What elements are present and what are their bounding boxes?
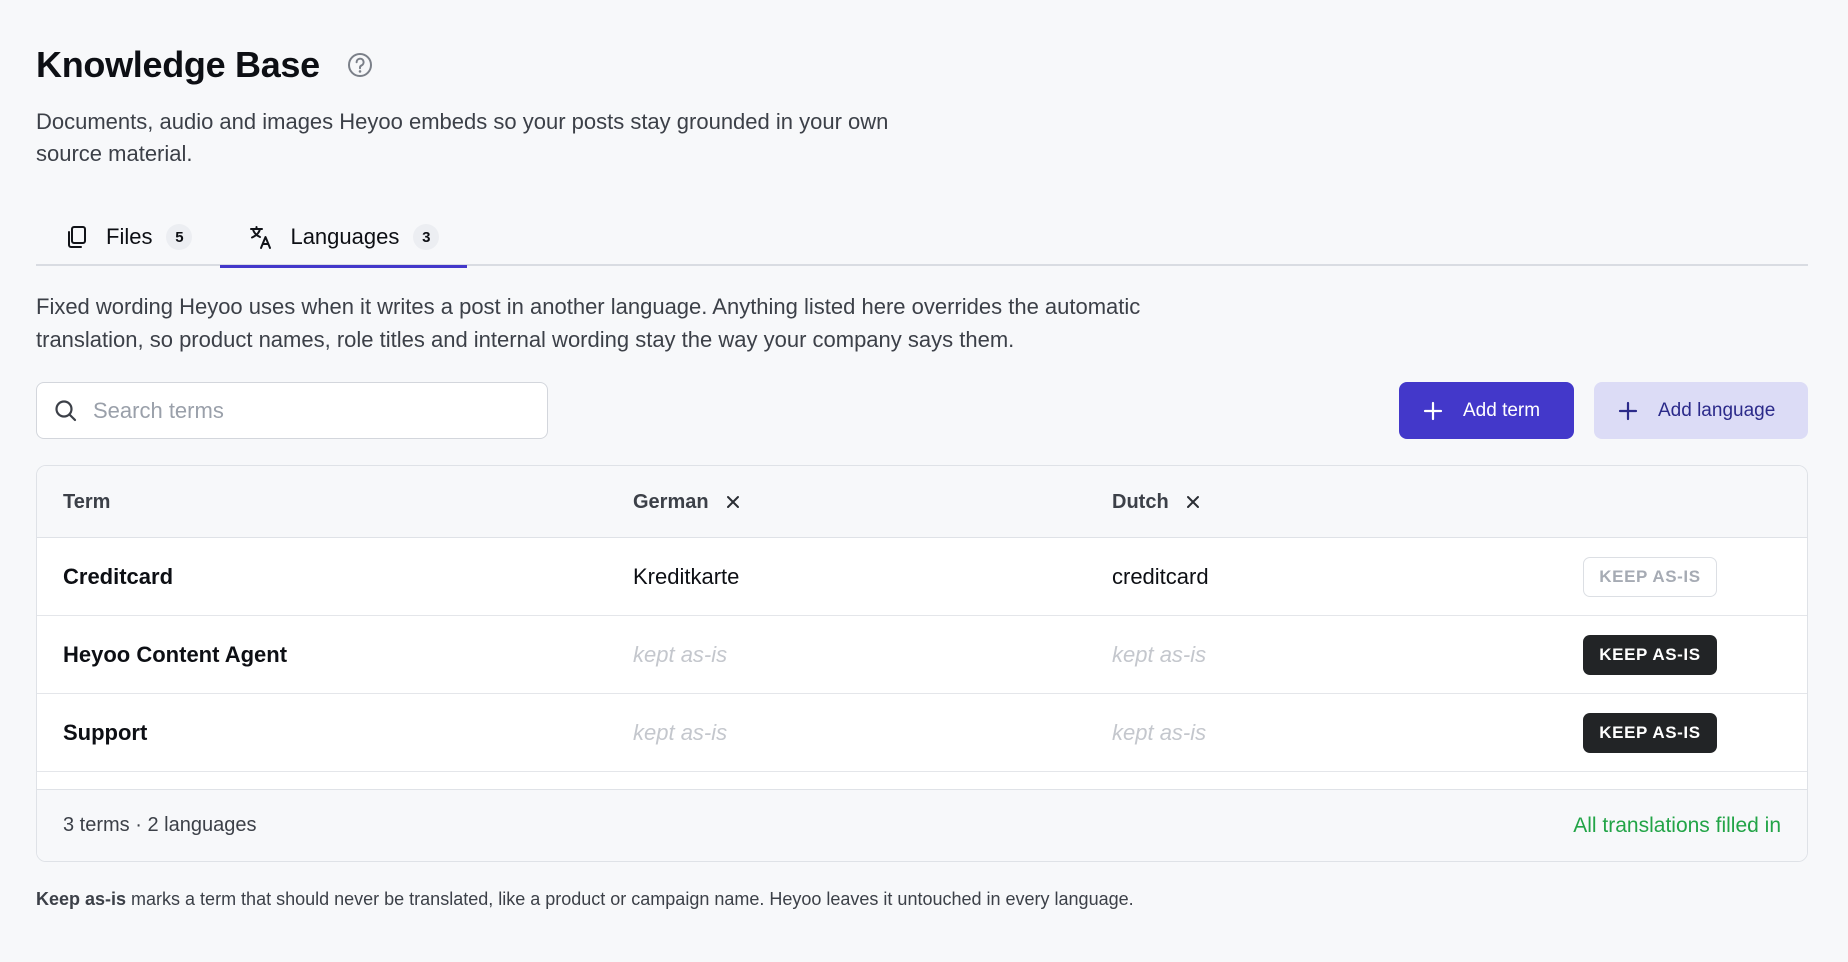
remove-dutch-close-icon[interactable] bbox=[1183, 492, 1203, 512]
note-text: marks a term that should never be transl… bbox=[126, 889, 1134, 909]
term-cell[interactable]: Heyoo Content Agent bbox=[63, 616, 287, 694]
tab-languages-count: 3 bbox=[413, 224, 440, 250]
german-cell: kept as-is bbox=[633, 720, 728, 745]
table-row: Creditcard Kreditkarte creditcard KEEP A… bbox=[37, 538, 1807, 616]
title-row: Knowledge Base bbox=[36, 44, 374, 86]
tab-languages-label: Languages bbox=[290, 224, 400, 249]
column-term-label: Term bbox=[63, 490, 111, 513]
keep-as-is-toggle[interactable]: KEEP AS-IS bbox=[1583, 713, 1717, 753]
term-cell[interactable]: Support bbox=[63, 694, 147, 772]
keep-as-is-note: Keep as-is marks a term that should neve… bbox=[36, 886, 1206, 913]
table-summary: 3 terms · 2 languages bbox=[63, 814, 257, 836]
table-row: Support kept as-is kept as-is KEEP AS-IS bbox=[37, 694, 1807, 772]
glossary-table: Term German Dutch Creditcard Kreditkarte… bbox=[36, 465, 1808, 862]
remove-german-close-icon[interactable] bbox=[723, 492, 743, 512]
add-language-label: Add language bbox=[1658, 399, 1776, 421]
tab-files-count: 5 bbox=[166, 224, 193, 250]
files-icon bbox=[64, 224, 90, 250]
table-header: Term German Dutch bbox=[37, 466, 1807, 538]
keep-cell: KEEP AS-IS bbox=[1583, 538, 1717, 616]
help-icon[interactable] bbox=[346, 51, 374, 79]
german-cell[interactable]: Kreditkarte bbox=[633, 538, 739, 616]
translate-icon bbox=[248, 224, 274, 250]
term-cell[interactable]: Creditcard bbox=[63, 538, 173, 616]
dutch-cell[interactable]: creditcard bbox=[1112, 538, 1209, 616]
column-german-label: German bbox=[633, 490, 709, 513]
column-dutch-label: Dutch bbox=[1112, 490, 1169, 513]
keep-cell: KEEP AS-IS bbox=[1583, 616, 1717, 694]
add-term-button[interactable]: Add term bbox=[1399, 382, 1574, 439]
add-term-label: Add term bbox=[1463, 399, 1541, 421]
tab-languages[interactable]: Languages 3 bbox=[220, 208, 468, 268]
column-header-dutch: Dutch bbox=[1112, 466, 1203, 538]
tab-files[interactable]: Files 5 bbox=[36, 208, 220, 266]
search-box bbox=[36, 382, 548, 439]
knowledge-base-page: Knowledge Base Documents, audio and imag… bbox=[0, 0, 1848, 962]
plus-icon bbox=[1421, 399, 1445, 423]
keep-cell: KEEP AS-IS bbox=[1583, 694, 1717, 772]
translation-status: All translations filled in bbox=[1573, 813, 1781, 837]
keep-as-is-toggle[interactable]: KEEP AS-IS bbox=[1583, 635, 1717, 675]
column-header-german: German bbox=[633, 466, 743, 538]
table-footer: 3 terms · 2 languages All translations f… bbox=[37, 789, 1807, 861]
tab-files-label: Files bbox=[106, 224, 153, 249]
plus-icon bbox=[1616, 399, 1640, 423]
german-cell: kept as-is bbox=[633, 642, 728, 667]
dutch-cell: kept as-is bbox=[1112, 720, 1207, 745]
search-icon bbox=[53, 398, 79, 424]
table-row: Heyoo Content Agent kept as-is kept as-i… bbox=[37, 616, 1807, 694]
dutch-cell: kept as-is bbox=[1112, 642, 1207, 667]
add-language-button[interactable]: Add language bbox=[1594, 382, 1808, 439]
search-input[interactable] bbox=[93, 397, 513, 424]
languages-description: Fixed wording Heyoo uses when it writes … bbox=[36, 294, 1141, 352]
column-header-term: Term bbox=[63, 466, 110, 538]
tab-bar: Files 5 Languages 3 bbox=[36, 208, 1808, 268]
page-subtitle: Documents, audio and images Heyoo embeds… bbox=[36, 109, 889, 166]
page-title: Knowledge Base bbox=[36, 44, 320, 85]
note-term: Keep as-is bbox=[36, 889, 127, 909]
keep-as-is-toggle[interactable]: KEEP AS-IS bbox=[1583, 557, 1717, 597]
